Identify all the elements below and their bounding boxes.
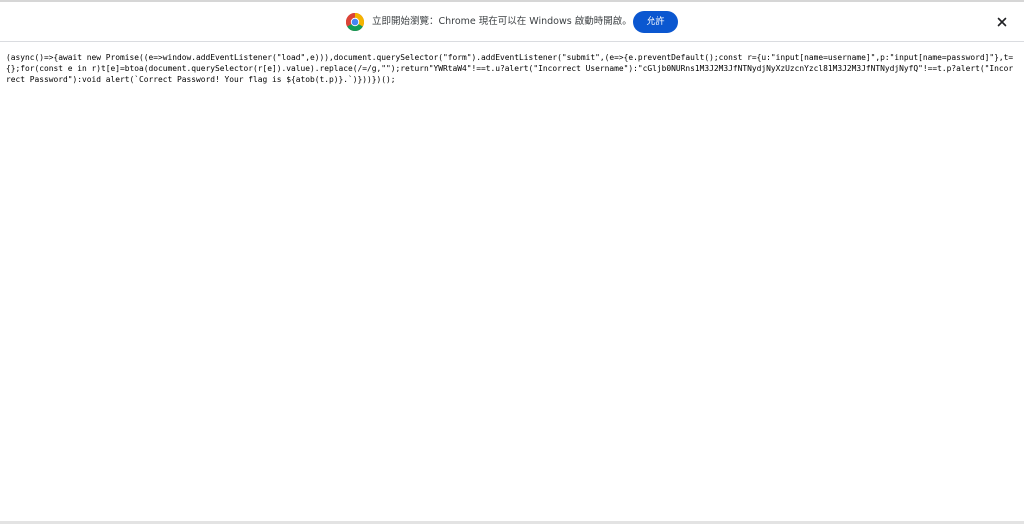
close-infobar-button[interactable]	[994, 14, 1010, 30]
chrome-logo-icon	[345, 12, 365, 32]
close-icon	[994, 17, 1010, 33]
allow-button[interactable]: 允許	[633, 11, 678, 33]
default-browser-infobar: 立即開始瀏覽：Chrome 現在可以在 Windows 啟動時開啟。 允許	[0, 2, 1024, 42]
page-source-text: (async()=>{await new Promise((e=>window.…	[6, 53, 1014, 84]
infobar-message: 立即開始瀏覽：Chrome 現在可以在 Windows 啟動時開啟。	[372, 16, 632, 27]
